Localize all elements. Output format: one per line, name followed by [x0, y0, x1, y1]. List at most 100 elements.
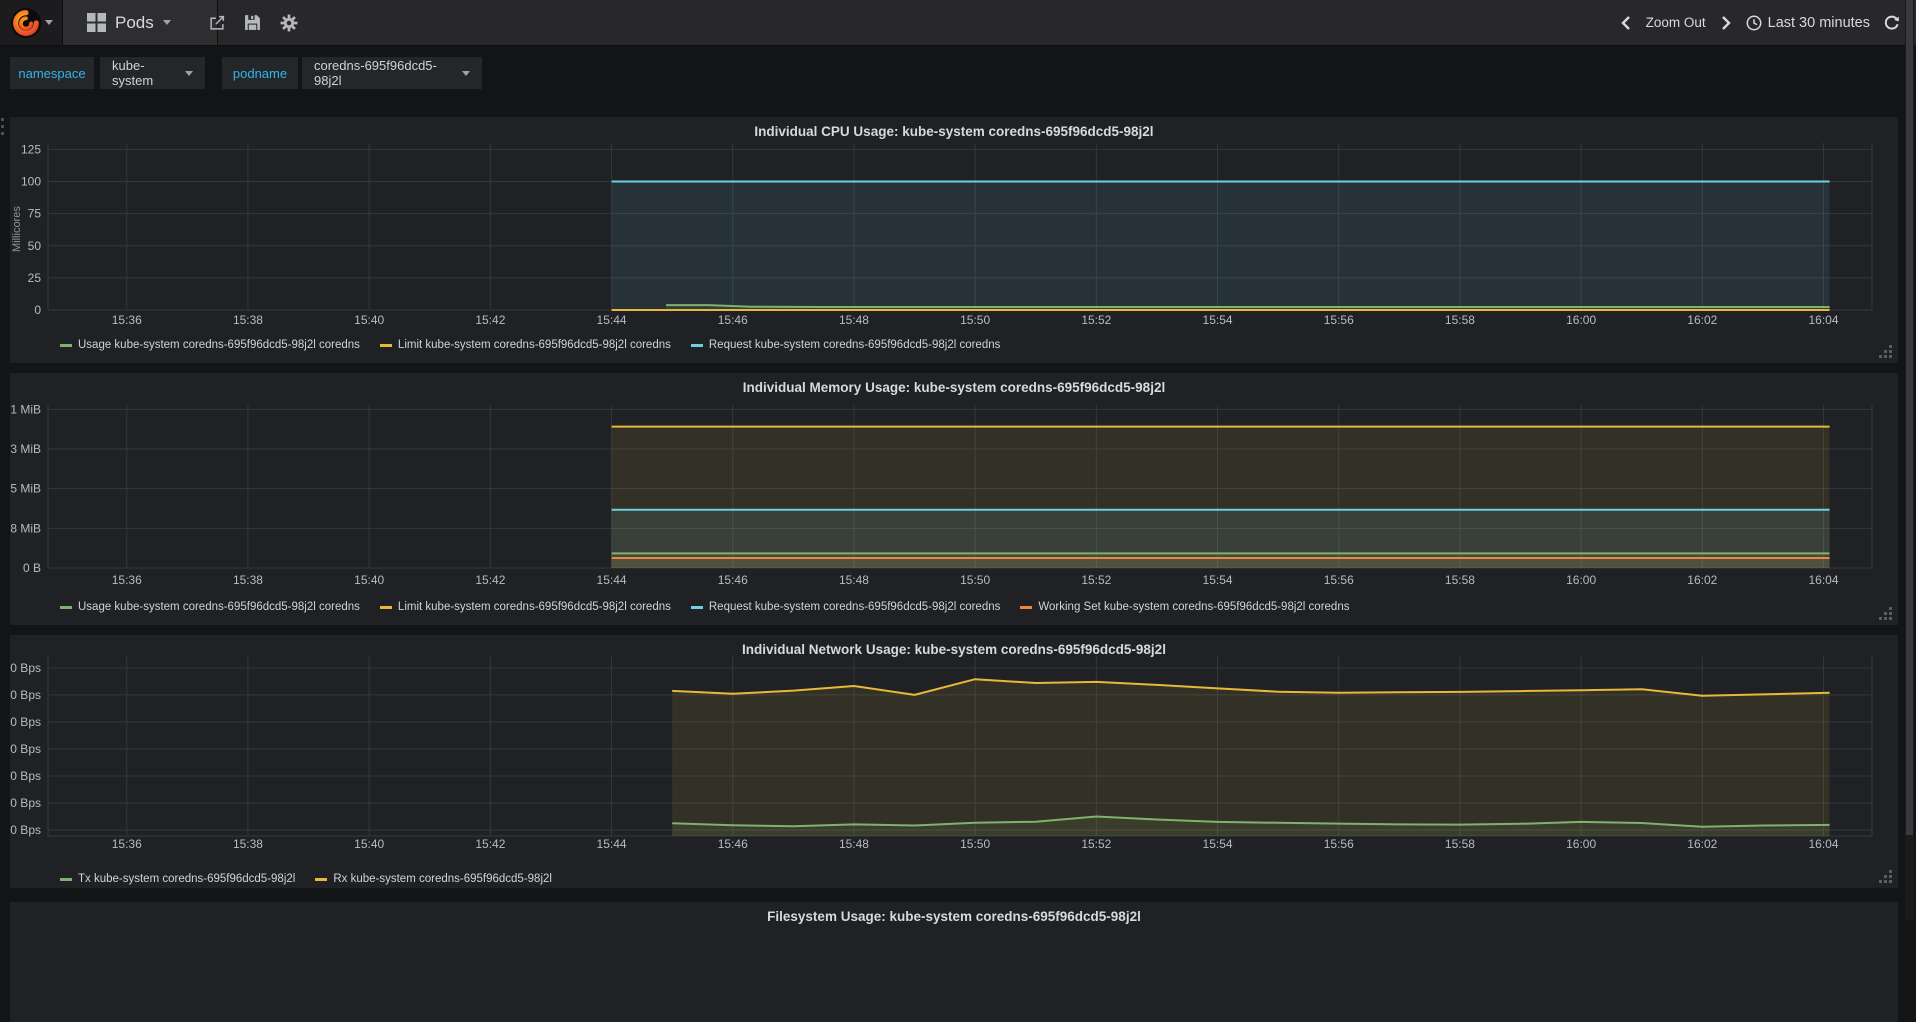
podname-variable-dropdown[interactable]: coredns-695f96dcd5-98j2l: [302, 57, 482, 89]
cpu-chart-plot: 0 25 50 75 100 125 15:36 15:38 15:40 15:42 15:44 15…: [21, 142, 1873, 327]
time-forward-button[interactable]: [1720, 15, 1732, 30]
legend-item[interactable]: Limit kube-system coredns-695f96dcd5-98j…: [379, 339, 671, 351]
y-tick-label: 48 MiB: [10, 521, 41, 535]
grafana-menu-button[interactable]: [0, 0, 63, 45]
y-tick-label: 143 MiB: [10, 442, 41, 456]
y-tick-label: 50: [28, 239, 42, 253]
x-tick-label: 15:40: [354, 313, 384, 327]
series-fill: [672, 679, 1830, 836]
x-tick-label: 15:36: [112, 313, 142, 327]
grafana-logo-icon: [10, 7, 41, 38]
legend-series-color: [315, 877, 328, 881]
memory-chart-plot: 0 B 48 MiB 95 MiB 143 MiB 191 MiB 15:36 15:38 1…: [10, 402, 1873, 587]
legend-series-color: [690, 343, 703, 347]
x-tick-label: 15:54: [1203, 573, 1233, 587]
legend-item[interactable]: Rx kube-system coredns-695f96dcd5-98j2l: [315, 873, 552, 885]
legend-item[interactable]: Usage kube-system coredns-695f96dcd5-98j…: [60, 601, 360, 613]
x-tick-label: 15:44: [597, 573, 627, 587]
x-tick-label: 15:48: [839, 837, 869, 851]
refresh-icon: [1884, 15, 1899, 30]
save-dashboard-button[interactable]: [235, 0, 269, 45]
dashboard-grid-icon: [87, 13, 106, 32]
dashboard-picker-button[interactable]: Pods: [63, 0, 218, 45]
x-tick-label: 15:46: [718, 313, 748, 327]
panel-memory-usage: Individual Memory Usage: kube-system cor…: [10, 373, 1898, 625]
podname-variable-value: coredns-695f96dcd5-98j2l: [314, 58, 437, 88]
legend-item[interactable]: Request kube-system coredns-695f96dcd5-9…: [690, 601, 1000, 613]
x-tick-label: 16:00: [1566, 313, 1596, 327]
x-tick-label: 16:00: [1566, 837, 1596, 851]
x-tick-label: 15:36: [112, 573, 142, 587]
panel-cpu-usage: Individual CPU Usage: kube-system coredn…: [10, 117, 1898, 363]
caret-down-icon: [462, 70, 470, 76]
x-tick-label: 15:58: [1445, 573, 1475, 587]
x-tick-label: 15:52: [1081, 837, 1111, 851]
y-tick-label: 25: [28, 271, 42, 285]
x-tick-label: 15:48: [839, 573, 869, 587]
legend-item[interactable]: Request kube-system coredns-695f96dcd5-9…: [690, 339, 1001, 351]
panel-resize-handle[interactable]: [1876, 606, 1892, 620]
x-tick-label: 15:54: [1203, 313, 1233, 327]
y-tick-label: 400 Bps: [10, 742, 41, 756]
y-tick-label: 100: [21, 175, 41, 189]
legend-series-color: [690, 605, 703, 609]
legend-item[interactable]: Usage kube-system coredns-695f96dcd5-98j…: [60, 339, 360, 351]
y-tick-label: 100 Bps: [10, 823, 41, 837]
x-tick-label: 15:48: [839, 313, 869, 327]
caret-down-icon: [185, 70, 193, 76]
row-drag-handle[interactable]: [1, 118, 9, 135]
x-tick-label: 15:50: [960, 837, 990, 851]
chevron-right-icon: [1721, 15, 1731, 30]
time-range-picker[interactable]: Last 30 minutes: [1746, 15, 1870, 31]
refresh-button[interactable]: [1884, 15, 1900, 31]
namespace-variable-label: namespace: [10, 57, 94, 89]
panel-resize-handle[interactable]: [1876, 344, 1892, 358]
legend-series-color: [1020, 605, 1033, 609]
share-dashboard-button[interactable]: [200, 0, 234, 45]
x-tick-label: 15:46: [718, 573, 748, 587]
dashboard-settings-button[interactable]: [272, 0, 306, 45]
series-fill: [611, 181, 1830, 310]
podname-variable-label: podname: [222, 57, 298, 89]
scrollbar-thumb[interactable]: [1906, 0, 1913, 835]
x-tick-label: 15:56: [1324, 313, 1354, 327]
x-tick-label: 15:42: [475, 837, 505, 851]
panel-resize-handle[interactable]: [1876, 869, 1892, 883]
x-tick-label: 15:46: [718, 837, 748, 851]
time-back-button[interactable]: [1620, 15, 1632, 30]
legend-series-label: Request kube-system coredns-695f96dcd5-9…: [708, 339, 1001, 351]
legend-series-label: Limit kube-system coredns-695f96dcd5-98j…: [397, 339, 671, 351]
x-tick-label: 15:50: [960, 573, 990, 587]
x-tick-label: 15:38: [233, 837, 263, 851]
legend-series-label: Usage kube-system coredns-695f96dcd5-98j…: [78, 339, 360, 351]
template-variables-row: namespace kube-system podname coredns-69…: [0, 46, 1916, 96]
namespace-variable-dropdown[interactable]: kube-system: [100, 57, 205, 89]
y-tick-label: 200 Bps: [10, 796, 41, 810]
legend-series-label: Working Set kube-system coredns-695f96dc…: [1038, 601, 1350, 613]
x-tick-label: 15:36: [112, 837, 142, 851]
clock-icon: [1746, 15, 1762, 30]
panel-title[interactable]: Filesystem Usage: kube-system coredns-69…: [10, 909, 1898, 924]
x-tick-label: 15:58: [1445, 837, 1475, 851]
legend-series-label: Limit kube-system coredns-695f96dcd5-98j…: [397, 601, 671, 613]
caret-down-icon: [44, 20, 53, 25]
x-tick-label: 16:02: [1687, 313, 1717, 327]
legend-item[interactable]: Working Set kube-system coredns-695f96dc…: [1020, 601, 1349, 613]
legend-item[interactable]: Tx kube-system coredns-695f96dcd5-98j2l: [60, 873, 295, 885]
y-tick-label: 0: [34, 303, 41, 317]
memory-chart-legend: Usage kube-system coredns-695f96dcd5-98j…: [60, 601, 1349, 613]
x-tick-label: 15:56: [1324, 837, 1354, 851]
x-tick-label: 15:44: [597, 837, 627, 851]
network-chart-legend: Tx kube-system coredns-695f96dcd5-98j2l R…: [60, 873, 552, 885]
x-tick-label: 16:02: [1687, 573, 1717, 587]
zoom-out-button[interactable]: Zoom Out: [1646, 15, 1706, 30]
x-tick-label: 16:00: [1566, 573, 1596, 587]
dashboard-title: Pods: [115, 12, 154, 32]
caret-down-icon: [162, 20, 171, 25]
navbar: Pods Zoom Out Last 30 minutes: [0, 0, 1916, 46]
y-tick-label: 300 Bps: [10, 769, 41, 783]
legend-item[interactable]: Limit kube-system coredns-695f96dcd5-98j…: [379, 601, 671, 613]
chevron-left-icon: [1620, 15, 1630, 30]
x-tick-label: 15:40: [354, 573, 384, 587]
x-tick-label: 15:42: [475, 573, 505, 587]
